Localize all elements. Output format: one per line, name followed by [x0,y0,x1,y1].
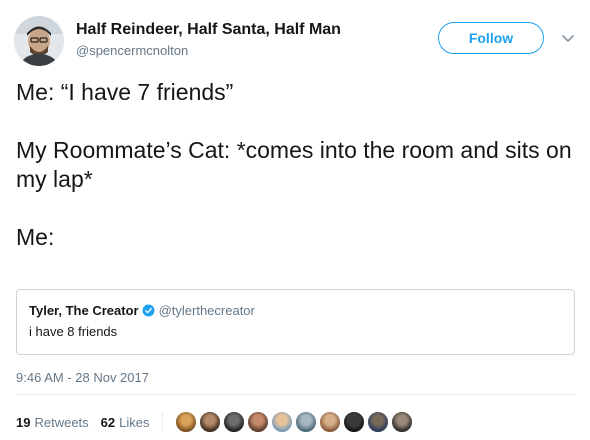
quoted-author-name: Tyler, The Creator [29,302,139,318]
liker-avatar[interactable] [198,411,221,433]
retweets-count[interactable]: 19 [16,415,30,430]
quoted-tweet-text: i have 8 friends [29,324,118,339]
liker-avatar[interactable] [270,411,293,433]
liker-avatar[interactable] [246,411,269,433]
quoted-tweet-header: Tyler, The Creator @tylerthecreator [29,301,562,319]
verified-badge-icon [142,304,155,316]
likes-label[interactable]: Likes [119,415,149,430]
quoted-tweet[interactable]: Tyler, The Creator @tylerthecreator i ha… [16,289,575,355]
author-avatar[interactable] [14,16,64,66]
stats-divider [161,412,163,432]
liker-avatar[interactable] [390,411,413,433]
liker-avatar[interactable] [222,411,245,433]
liker-avatars [174,411,415,433]
tweet-timestamp[interactable]: 9:46 AM - 28 Nov 2017 [16,370,149,385]
follow-button[interactable]: Follow [438,22,544,54]
tweet-text: Me: “I have 7 friends” My Roommate’s Cat… [16,78,576,252]
quoted-author-handle: @tylerthecreator [158,302,255,318]
liker-avatar[interactable] [318,411,341,433]
chevron-down-icon[interactable] [560,30,576,46]
liker-avatar[interactable] [366,411,389,433]
liker-avatar[interactable] [342,411,365,433]
author-names: Half Reindeer, Half Santa, Half Man @spe… [76,20,341,60]
divider [16,394,576,395]
avatar-image [14,16,64,66]
liker-avatar[interactable] [174,411,197,433]
author-handle[interactable]: @spencermcnolton [76,42,341,60]
liker-avatar[interactable] [294,411,317,433]
tweet-header: Half Reindeer, Half Santa, Half Man @spe… [14,16,576,66]
likes-count[interactable]: 62 [101,415,115,430]
tweet-stats: 19 Retweets 62 Likes [16,411,415,433]
author-display-name[interactable]: Half Reindeer, Half Santa, Half Man [76,20,341,40]
retweets-label[interactable]: Retweets [34,415,88,430]
tweet-line: Me: “I have 7 friends” [16,79,234,105]
tweet-line: My Roommate’s Cat: *comes into the room … [16,137,572,192]
tweet-line: Me: [16,224,55,250]
